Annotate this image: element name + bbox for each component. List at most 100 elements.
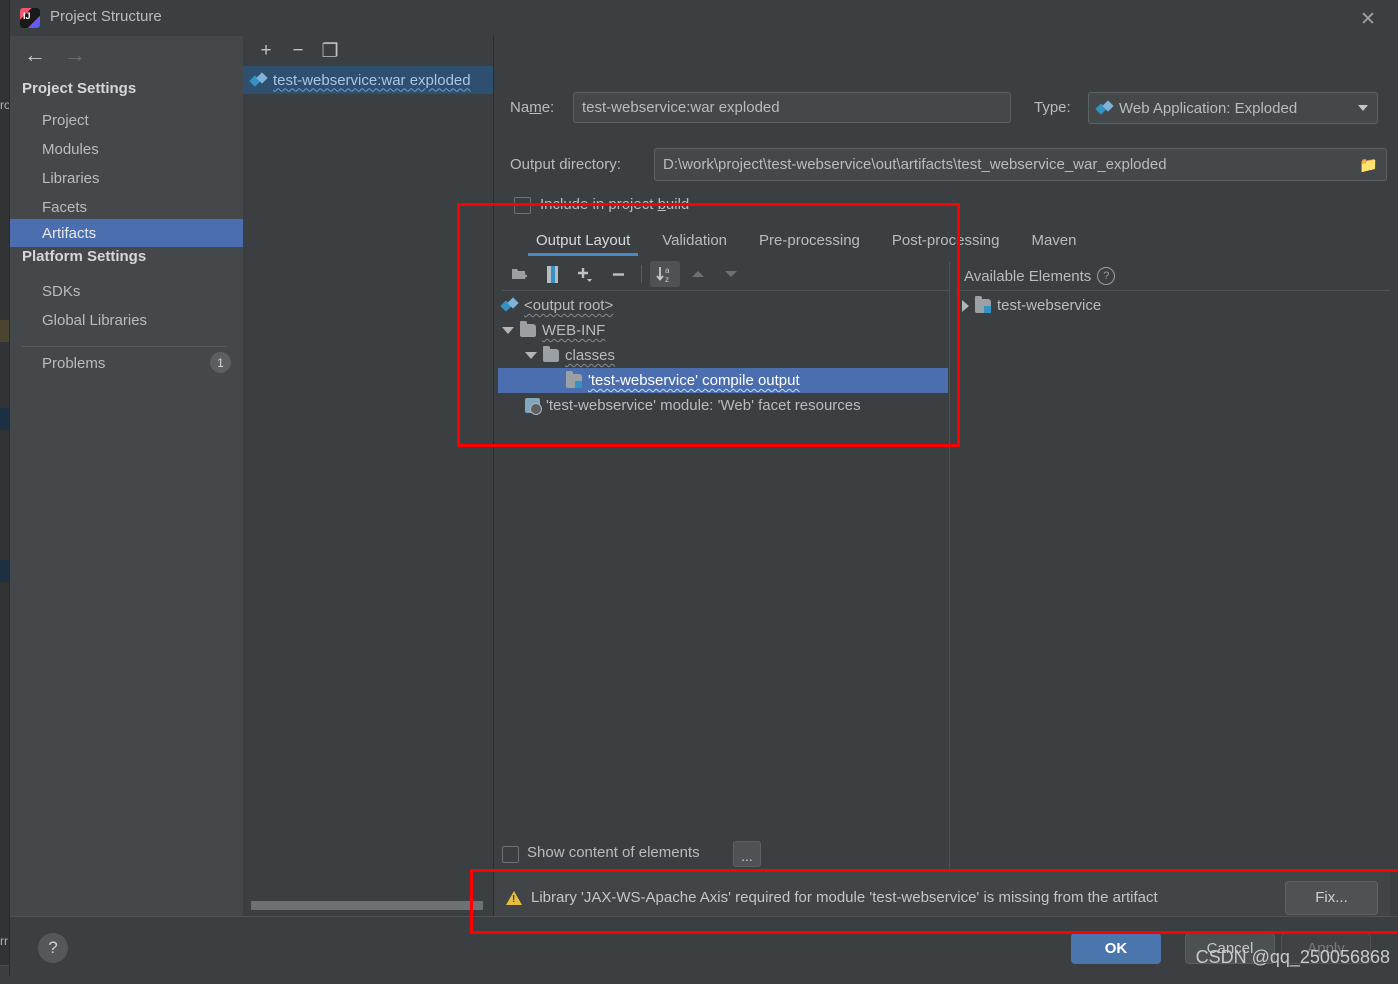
- artifact-name-value: test-webservice:war exploded: [582, 99, 780, 116]
- add-copy-of-button[interactable]: [570, 261, 600, 287]
- web-application-icon: [1097, 101, 1113, 116]
- editor-text-fragment: rr: [0, 934, 8, 948]
- sidebar-item-sdks[interactable]: SDKs: [10, 277, 243, 305]
- panes-splitter[interactable]: [949, 262, 950, 900]
- tab-output-layout[interactable]: Output Layout: [520, 232, 646, 256]
- tree-row[interactable]: <output root>: [502, 293, 948, 318]
- warning-message: Library 'JAX-WS-Apache Axis' required fo…: [531, 889, 1158, 906]
- tree-row[interactable]: 'test-webservice' compile output: [498, 368, 948, 393]
- remove-artifact-button[interactable]: −: [285, 39, 311, 63]
- fix-button[interactable]: Fix...: [1285, 880, 1378, 915]
- artifact-type-select[interactable]: Web Application: Exploded: [1088, 92, 1378, 124]
- artifact-label: test-webservice:war exploded: [273, 71, 471, 89]
- arrow-down-icon: [725, 271, 737, 277]
- dialog-title: Project Structure: [50, 8, 162, 25]
- available-elements-header: Available Elements ?: [964, 267, 1116, 285]
- artifact-icon: [251, 73, 267, 88]
- copy-artifact-button[interactable]: ❐: [317, 39, 343, 63]
- dialog-title-bar: Project Structure ✕: [10, 0, 1398, 36]
- chevron-down-icon[interactable]: [525, 352, 537, 359]
- nav-divider: [22, 346, 227, 347]
- artifacts-list-pane: + − ❐ test-webservice:war exploded: [243, 36, 494, 916]
- tab-maven[interactable]: Maven: [1015, 232, 1092, 256]
- artifacts-toolbar: + − ❐: [243, 36, 493, 66]
- tree-row[interactable]: test-webservice: [962, 293, 1386, 318]
- plus-dropdown-icon: [578, 267, 592, 282]
- web-facet-icon: [525, 398, 542, 415]
- minus-icon: [612, 272, 624, 276]
- chevron-down-icon: [1358, 105, 1368, 111]
- chevron-down-icon[interactable]: [502, 327, 514, 334]
- toolbar-bottom-divider: [502, 290, 949, 291]
- output-directory-value: D:\work\project\test-webservice\out\arti…: [663, 156, 1167, 173]
- tree-node-label: 'test-webservice' module: 'Web' facet re…: [546, 397, 861, 414]
- show-content-label: Show content of elements: [527, 844, 700, 861]
- toolbar-divider: [641, 265, 642, 283]
- sidebar-item-libraries[interactable]: Libraries: [10, 164, 243, 192]
- nav-group-platform-settings: Platform Settings: [22, 248, 147, 265]
- help-icon[interactable]: ?: [1097, 267, 1116, 285]
- tree-node-label: 'test-webservice' compile output: [588, 372, 800, 389]
- svg-text:a: a: [665, 266, 670, 275]
- warning-triangle-icon: [506, 890, 522, 905]
- chevron-right-icon[interactable]: [962, 299, 969, 312]
- artifact-editor-pane: Name: test-webservice:war exploded Type:…: [494, 36, 1398, 916]
- help-button[interactable]: ?: [38, 933, 68, 963]
- artifact-list-item[interactable]: test-webservice:war exploded: [243, 66, 493, 94]
- sidebar-item-problems[interactable]: Problems 1: [10, 349, 243, 377]
- back-icon[interactable]: ←: [24, 44, 46, 66]
- include-in-build-checkbox[interactable]: [514, 197, 531, 214]
- module-icon: [975, 295, 991, 313]
- output-layout-toolbar: a z: [504, 261, 746, 287]
- dialog-footer: ? OK Cancel Apply: [10, 916, 1398, 976]
- nav-history-controls: ← →: [24, 44, 86, 66]
- create-archive-button[interactable]: [537, 261, 567, 287]
- tree-node-label: WEB-INF: [542, 322, 606, 339]
- tree-row[interactable]: 'test-webservice' module: 'Web' facet re…: [525, 393, 948, 418]
- tab-post-processing[interactable]: Post-processing: [876, 232, 1016, 256]
- output-directory-input[interactable]: D:\work\project\test-webservice\out\arti…: [654, 148, 1387, 181]
- close-icon[interactable]: ✕: [1354, 5, 1382, 33]
- folder-icon: [543, 346, 559, 362]
- sort-alphabetically-button[interactable]: a z: [650, 261, 680, 287]
- tab-validation[interactable]: Validation: [646, 232, 743, 256]
- tree-node-label: test-webservice: [997, 297, 1102, 314]
- show-content-checkbox[interactable]: [502, 846, 519, 863]
- svg-text:z: z: [665, 275, 669, 284]
- move-up-button[interactable]: [683, 261, 713, 287]
- artifact-type-value: Web Application: Exploded: [1119, 99, 1298, 117]
- name-label: Name:: [510, 99, 555, 116]
- sort-az-icon: a z: [656, 266, 670, 284]
- sidebar-item-artifacts[interactable]: Artifacts: [10, 219, 243, 247]
- screenshot-root: 0 0 0 ro rr Project Structure ✕ ← → Proj…: [0, 0, 1398, 984]
- type-label: Type:: [1034, 99, 1071, 116]
- arrow-up-icon: [692, 271, 704, 277]
- output-directory-label: Output directory:: [510, 156, 621, 173]
- artifact-name-input[interactable]: test-webservice:war exploded: [573, 92, 1011, 123]
- sidebar-item-label: Problems: [42, 354, 106, 372]
- compile-output-icon: [566, 370, 582, 388]
- sidebar-item-modules[interactable]: Modules: [10, 135, 243, 163]
- remove-element-button[interactable]: [603, 261, 633, 287]
- archive-icon: [546, 265, 558, 283]
- forward-icon[interactable]: →: [64, 44, 86, 66]
- folder-browse-icon[interactable]: 📁: [1359, 156, 1378, 174]
- tab-pre-processing[interactable]: Pre-processing: [743, 232, 876, 256]
- create-directory-button[interactable]: [504, 261, 534, 287]
- move-down-button[interactable]: [716, 261, 746, 287]
- add-artifact-button[interactable]: +: [253, 39, 279, 63]
- show-content-options-button[interactable]: ...: [733, 841, 761, 867]
- nav-group-project-settings: Project Settings: [22, 80, 137, 97]
- sidebar-item-global-libraries[interactable]: Global Libraries: [10, 306, 243, 334]
- artifacts-horizontal-scrollbar[interactable]: [251, 901, 483, 910]
- ok-button[interactable]: OK: [1071, 933, 1161, 964]
- tree-node-label: <output root>: [524, 297, 614, 314]
- problems-count-badge: 1: [210, 352, 231, 373]
- tree-row[interactable]: classes: [525, 343, 948, 368]
- available-elements-label: Available Elements: [964, 267, 1092, 285]
- sidebar-item-facets[interactable]: Facets: [10, 193, 243, 221]
- tree-row[interactable]: WEB-INF: [502, 318, 948, 343]
- available-divider: [956, 290, 1390, 291]
- sidebar-item-project[interactable]: Project: [10, 106, 243, 134]
- watermark-text: CSDN @qq_250056868: [1195, 947, 1390, 967]
